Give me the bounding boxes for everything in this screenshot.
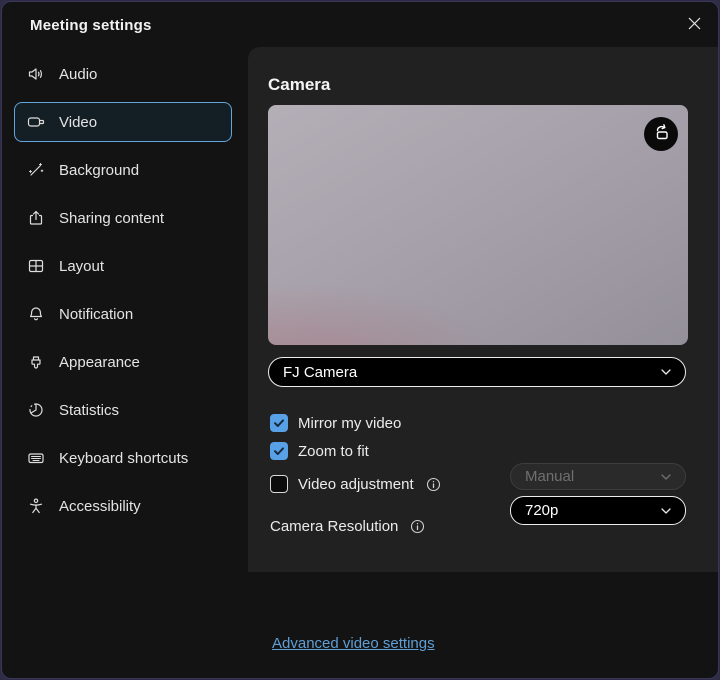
camera-preview	[268, 105, 688, 345]
sidebar-item-label: Accessibility	[59, 498, 141, 515]
share-icon	[27, 209, 45, 227]
sidebar-item-layout[interactable]: Layout	[14, 246, 232, 286]
zoom-to-fit-label: Zoom to fit	[298, 443, 369, 460]
paintbrush-icon	[27, 353, 45, 371]
camera-resolution-label: Camera Resolution	[270, 518, 398, 535]
sidebar-item-video[interactable]: Video	[14, 102, 232, 142]
dialog-title: Meeting settings	[30, 17, 152, 34]
info-icon[interactable]	[426, 477, 441, 492]
video-adjustment-checkbox[interactable]	[270, 475, 288, 493]
sidebar-item-statistics[interactable]: Statistics	[14, 390, 232, 430]
mirror-my-video-checkbox[interactable]	[270, 414, 288, 432]
sidebar-item-label: Sharing content	[59, 210, 164, 227]
sidebar-item-background[interactable]: Background	[14, 150, 232, 190]
sidebar-item-appearance[interactable]: Appearance	[14, 342, 232, 382]
meeting-settings-dialog: Meeting settings Audio Video	[1, 1, 719, 679]
rotate-camera-button[interactable]	[644, 117, 678, 151]
pie-chart-icon	[27, 401, 45, 419]
video-adjustment-select-value: Manual	[525, 468, 574, 485]
camera-settings-panel: Camera FJ Camera	[248, 47, 718, 572]
magic-wand-icon	[27, 161, 45, 179]
sidebar-item-keyboard-shortcuts[interactable]: Keyboard shortcuts	[14, 438, 232, 478]
sidebar-item-label: Appearance	[59, 354, 140, 371]
panel-heading: Camera	[268, 75, 330, 95]
advanced-video-settings-link[interactable]: Advanced video settings	[272, 635, 435, 652]
camera-resolution-select-value: 720p	[525, 502, 558, 519]
rotate-camera-icon	[651, 122, 671, 147]
zoom-to-fit-checkbox[interactable]	[270, 442, 288, 460]
bell-icon	[27, 305, 45, 323]
camera-resolution-select[interactable]: 720p	[510, 496, 686, 525]
sidebar-item-label: Keyboard shortcuts	[59, 450, 188, 467]
check-icon	[273, 445, 285, 457]
sidebar-item-accessibility[interactable]: Accessibility	[14, 486, 232, 526]
sidebar-item-audio[interactable]: Audio	[14, 54, 232, 94]
sidebar-item-label: Layout	[59, 258, 104, 275]
sidebar-item-label: Background	[59, 162, 139, 179]
sidebar-item-label: Audio	[59, 66, 97, 83]
sidebar-item-label: Video	[59, 114, 97, 131]
sidebar-item-sharing-content[interactable]: Sharing content	[14, 198, 232, 238]
chevron-down-icon	[659, 504, 673, 518]
info-icon[interactable]	[410, 519, 425, 534]
video-camera-icon	[27, 113, 45, 131]
zoom-to-fit-row[interactable]: Zoom to fit	[270, 437, 719, 465]
close-icon	[687, 16, 702, 36]
grid-icon	[27, 257, 45, 275]
video-adjustment-select[interactable]: Manual	[510, 463, 686, 490]
camera-device-select[interactable]: FJ Camera	[268, 357, 686, 387]
sidebar-item-label: Notification	[59, 306, 133, 323]
mirror-my-video-row[interactable]: Mirror my video	[270, 409, 719, 437]
person-icon	[27, 497, 45, 515]
keyboard-icon	[27, 449, 45, 467]
sidebar-item-label: Statistics	[59, 402, 119, 419]
chevron-down-icon	[659, 365, 673, 379]
camera-device-value: FJ Camera	[283, 364, 357, 381]
speaker-icon	[27, 65, 45, 83]
sidebar-item-notification[interactable]: Notification	[14, 294, 232, 334]
chevron-down-icon	[659, 470, 673, 484]
close-button[interactable]	[682, 14, 706, 38]
mirror-my-video-label: Mirror my video	[298, 415, 401, 432]
video-adjustment-label: Video adjustment	[298, 476, 414, 493]
sidebar: Audio Video Background	[2, 54, 248, 526]
check-icon	[273, 417, 285, 429]
